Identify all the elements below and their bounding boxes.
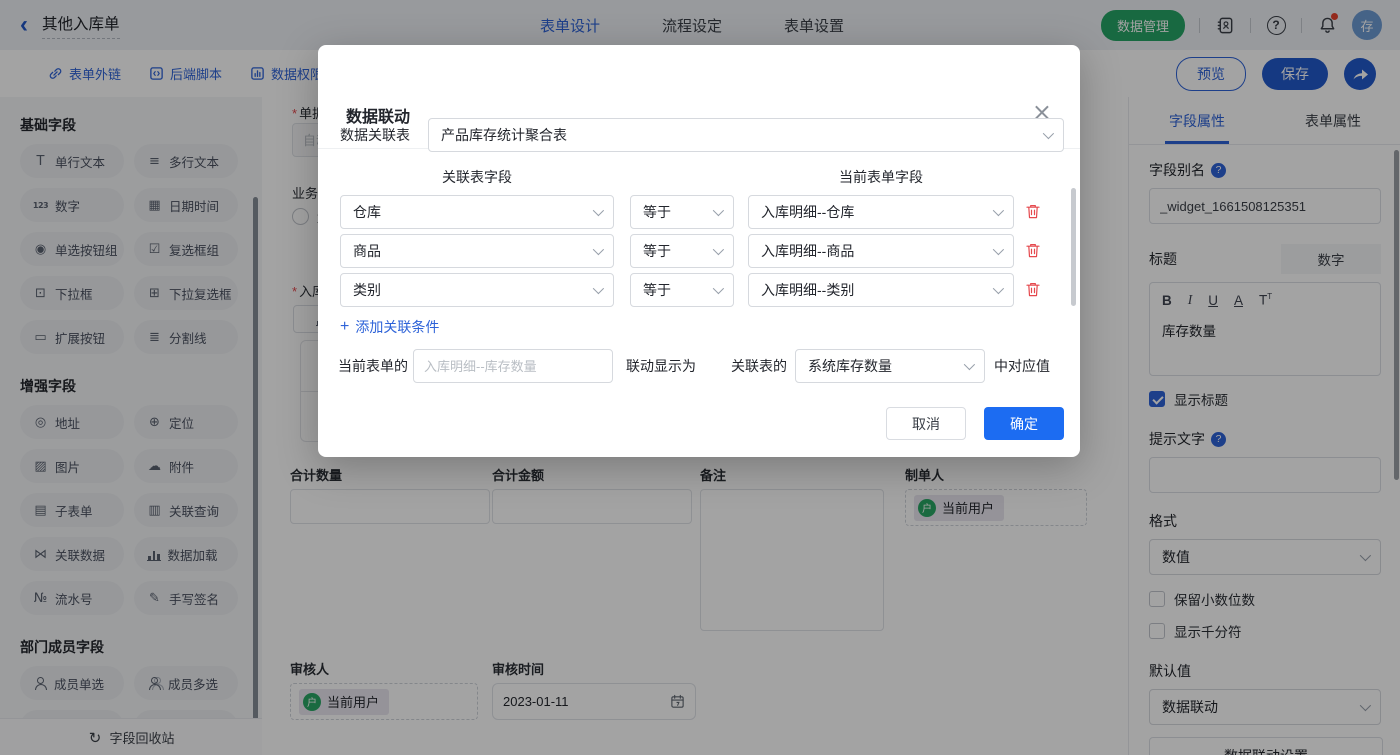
operator-select-2[interactable]: 等于 [630, 234, 734, 268]
chevron-down-icon [593, 205, 604, 216]
data-linkage-modal: 数据联动 × 数据关联表 产品库存统计聚合表 关联表字段 当前表单字段 仓库 等… [318, 45, 1080, 457]
delete-condition-icon[interactable] [1025, 281, 1041, 298]
chevron-down-icon [993, 205, 1004, 216]
chevron-down-icon [964, 359, 975, 370]
select-value: 商品 [353, 241, 381, 261]
select-value: 入库明细--仓库 [761, 202, 854, 222]
select-value: 类别 [353, 280, 381, 300]
chevron-down-icon [993, 283, 1004, 294]
select-value: 等于 [643, 241, 671, 261]
chevron-down-icon [713, 205, 724, 216]
delete-condition-icon[interactable] [1025, 242, 1041, 259]
left-field-select-1[interactable]: 仓库 [340, 195, 614, 229]
right-field-select-2[interactable]: 入库明细--商品 [748, 234, 1014, 268]
add-condition-link[interactable]: + 添加关联条件 [340, 317, 439, 337]
chevron-down-icon [593, 283, 604, 294]
app-window: ‹ 其他入库单 表单设计 流程设定 表单设置 数据管理 ? 存 表单外链 [0, 0, 1400, 755]
suffix-label: 中对应值 [994, 349, 1050, 383]
relation-table-select[interactable]: 产品库存统计聚合表 [428, 118, 1064, 152]
right-field-select-3[interactable]: 入库明细--类别 [748, 273, 1014, 307]
select-value: 仓库 [353, 202, 381, 222]
modal-scrollbar[interactable] [1071, 188, 1076, 306]
delete-condition-icon[interactable] [1025, 203, 1041, 220]
confirm-button[interactable]: 确定 [984, 407, 1064, 440]
operator-select-1[interactable]: 等于 [630, 195, 734, 229]
chevron-down-icon [713, 244, 724, 255]
operator-select-3[interactable]: 等于 [630, 273, 734, 307]
current-field-input[interactable] [413, 349, 613, 383]
chevron-down-icon [593, 244, 604, 255]
chevron-down-icon [993, 244, 1004, 255]
chevron-down-icon [1043, 128, 1054, 139]
relation-table-label: 数据关联表 [340, 118, 410, 152]
col-left-header: 关联表字段 [442, 167, 512, 187]
right-field-select-1[interactable]: 入库明细--仓库 [748, 195, 1014, 229]
display-as-label: 联动显示为 [626, 349, 696, 383]
related-field-select[interactable]: 系统库存数量 [795, 349, 985, 383]
select-value: 系统库存数量 [808, 356, 892, 376]
chevron-down-icon [713, 283, 724, 294]
select-value: 入库明细--类别 [761, 280, 854, 300]
relation-table-value: 产品库存统计聚合表 [441, 125, 567, 145]
plus-icon: + [340, 318, 349, 336]
left-field-select-3[interactable]: 类别 [340, 273, 614, 307]
select-value: 等于 [643, 280, 671, 300]
related-table-label: 关联表的 [731, 349, 787, 383]
current-form-label: 当前表单的 [338, 349, 408, 383]
col-right-header: 当前表单字段 [839, 167, 923, 187]
left-field-select-2[interactable]: 商品 [340, 234, 614, 268]
select-value: 入库明细--商品 [761, 241, 854, 261]
select-value: 等于 [643, 202, 671, 222]
add-condition-label: 添加关联条件 [355, 317, 439, 337]
cancel-button[interactable]: 取消 [886, 407, 966, 440]
